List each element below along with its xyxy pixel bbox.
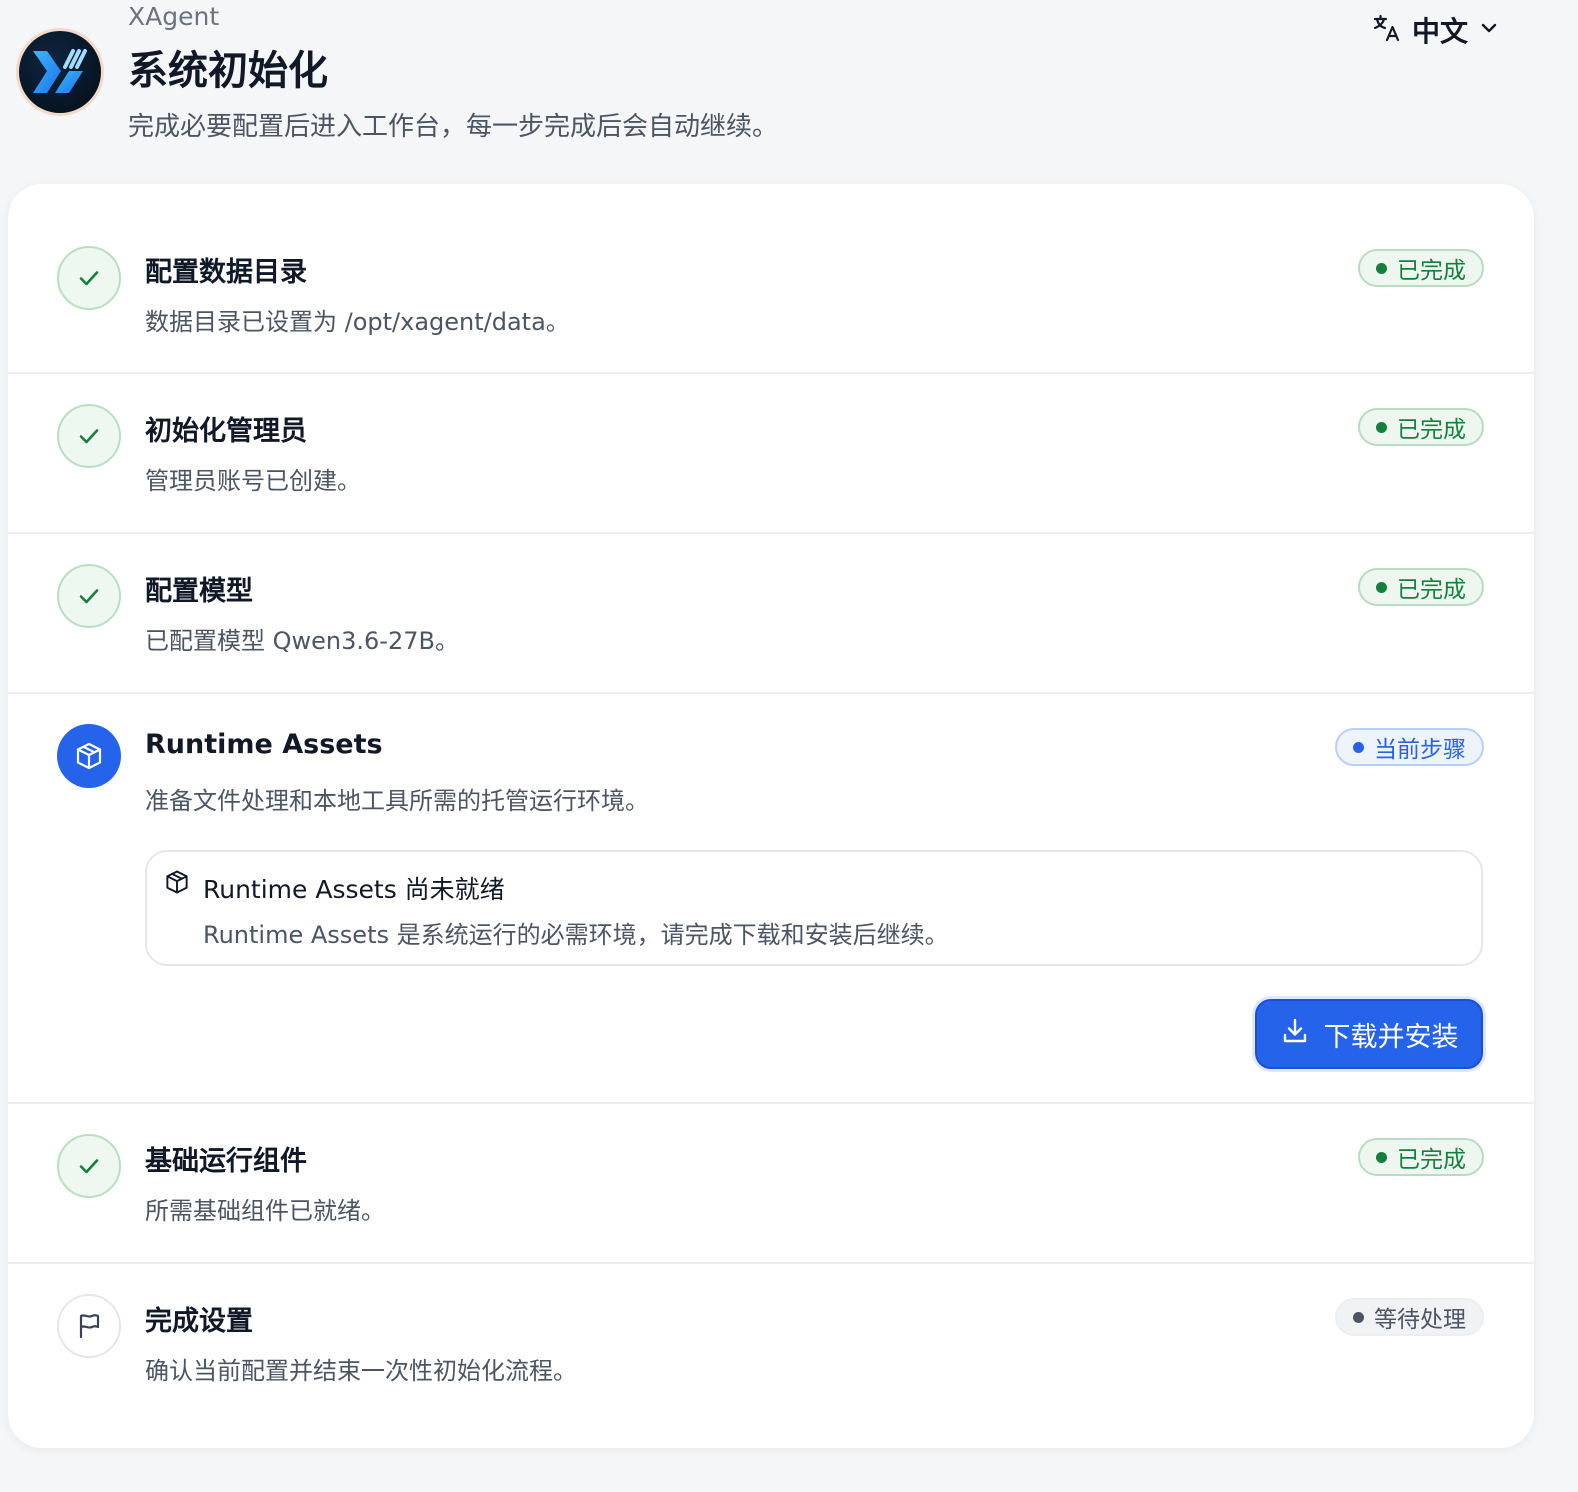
chevron-down-icon bbox=[1478, 17, 1500, 43]
status-badge: 当前步骤 bbox=[1335, 728, 1484, 766]
step-description: 管理员账号已创建。 bbox=[145, 467, 361, 495]
package-icon bbox=[163, 868, 191, 900]
status-badge: 已完成 bbox=[1358, 568, 1484, 606]
status-badge: 已完成 bbox=[1358, 408, 1484, 446]
status-dot bbox=[1353, 1311, 1364, 1323]
step-description: 数据目录已设置为 /opt/xagent/data。 bbox=[145, 308, 570, 336]
status-dot bbox=[1376, 421, 1387, 433]
step-title: 配置数据目录 bbox=[145, 257, 307, 288]
step-base-components: 基础运行组件 所需基础组件已就绪。 已完成 bbox=[8, 1102, 1534, 1262]
language-label: 中文 bbox=[1412, 15, 1469, 48]
status-label: 等待处理 bbox=[1374, 1307, 1466, 1333]
step-description: 所需基础组件已就绪。 bbox=[145, 1197, 385, 1225]
step-description: 已配置模型 Qwen3.6-27B。 bbox=[145, 627, 459, 655]
setup-steps-card: 配置数据目录 数据目录已设置为 /opt/xagent/data。 已完成 初始… bbox=[8, 184, 1534, 1448]
flag-icon bbox=[57, 1294, 121, 1358]
package-icon bbox=[57, 724, 121, 788]
xagent-logo-icon bbox=[19, 31, 101, 113]
download-install-button[interactable]: 下载并安装 bbox=[1255, 999, 1483, 1069]
status-dot bbox=[1376, 262, 1387, 274]
app-name: XAgent bbox=[128, 2, 220, 31]
status-label: 已完成 bbox=[1397, 1147, 1466, 1173]
step-title: 基础运行组件 bbox=[145, 1146, 307, 1177]
status-label: 当前步骤 bbox=[1374, 737, 1466, 763]
step-title: 配置模型 bbox=[145, 576, 253, 607]
check-icon bbox=[57, 564, 121, 628]
step-finish-setup: 完成设置 确认当前配置并结束一次性初始化流程。 等待处理 bbox=[8, 1262, 1534, 1448]
status-badge: 等待处理 bbox=[1335, 1298, 1484, 1336]
step-description: 确认当前配置并结束一次性初始化流程。 bbox=[145, 1357, 577, 1385]
status-dot bbox=[1376, 1151, 1387, 1163]
page-title: 系统初始化 bbox=[128, 48, 328, 94]
status-label: 已完成 bbox=[1397, 417, 1466, 443]
step-description: 准备文件处理和本地工具所需的托管运行环境。 bbox=[145, 787, 649, 815]
status-label: 已完成 bbox=[1397, 577, 1466, 603]
status-dot bbox=[1353, 741, 1364, 753]
status-dot bbox=[1376, 581, 1387, 593]
notice-title: Runtime Assets 尚未就绪 bbox=[203, 875, 505, 904]
translate-icon bbox=[1372, 13, 1402, 47]
download-install-label: 下载并安装 bbox=[1323, 1021, 1459, 1053]
step-data-directory: 配置数据目录 数据目录已设置为 /opt/xagent/data。 已完成 bbox=[8, 184, 1534, 372]
check-icon bbox=[57, 1134, 121, 1198]
status-label: 已完成 bbox=[1397, 258, 1466, 284]
notice-description: Runtime Assets 是系统运行的必需环境，请完成下载和安装后继续。 bbox=[203, 921, 949, 949]
step-title: 完成设置 bbox=[145, 1306, 253, 1337]
step-model-config: 配置模型 已配置模型 Qwen3.6-27B。 已完成 bbox=[8, 532, 1534, 692]
status-badge: 已完成 bbox=[1358, 249, 1484, 287]
check-icon bbox=[57, 246, 121, 310]
page-subtitle: 完成必要配置后进入工作台，每一步完成后会自动继续。 bbox=[128, 112, 779, 142]
step-runtime-assets: Runtime Assets 准备文件处理和本地工具所需的托管运行环境。 当前步… bbox=[8, 692, 1534, 1102]
status-badge: 已完成 bbox=[1358, 1138, 1484, 1176]
download-icon bbox=[1280, 1016, 1310, 1053]
language-selector[interactable]: 中文 bbox=[1372, 10, 1500, 50]
step-admin-init: 初始化管理员 管理员账号已创建。 已完成 bbox=[8, 372, 1534, 532]
step-title: 初始化管理员 bbox=[145, 416, 307, 447]
app-logo bbox=[16, 28, 104, 116]
check-icon bbox=[57, 404, 121, 468]
step-title: Runtime Assets bbox=[145, 729, 383, 760]
runtime-assets-notice: Runtime Assets 尚未就绪 Runtime Assets 是系统运行… bbox=[145, 850, 1483, 966]
